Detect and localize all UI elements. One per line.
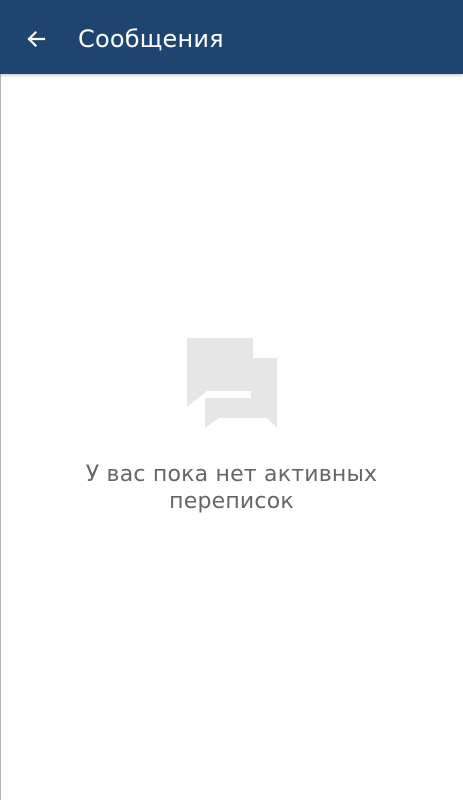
back-button[interactable] — [14, 17, 58, 61]
empty-state-message-line2: переписок — [169, 489, 294, 514]
empty-state-message: У вас пока нет активных переписок — [0, 461, 463, 515]
chat-bubbles-icon — [186, 338, 277, 428]
arrow-left-icon — [27, 30, 46, 48]
empty-state: У вас пока нет активных переписок — [0, 338, 463, 515]
empty-state-message-line1: У вас пока нет активных — [85, 462, 378, 487]
app-bar: Сообщения — [0, 0, 463, 74]
page-title: Сообщения — [78, 25, 224, 53]
